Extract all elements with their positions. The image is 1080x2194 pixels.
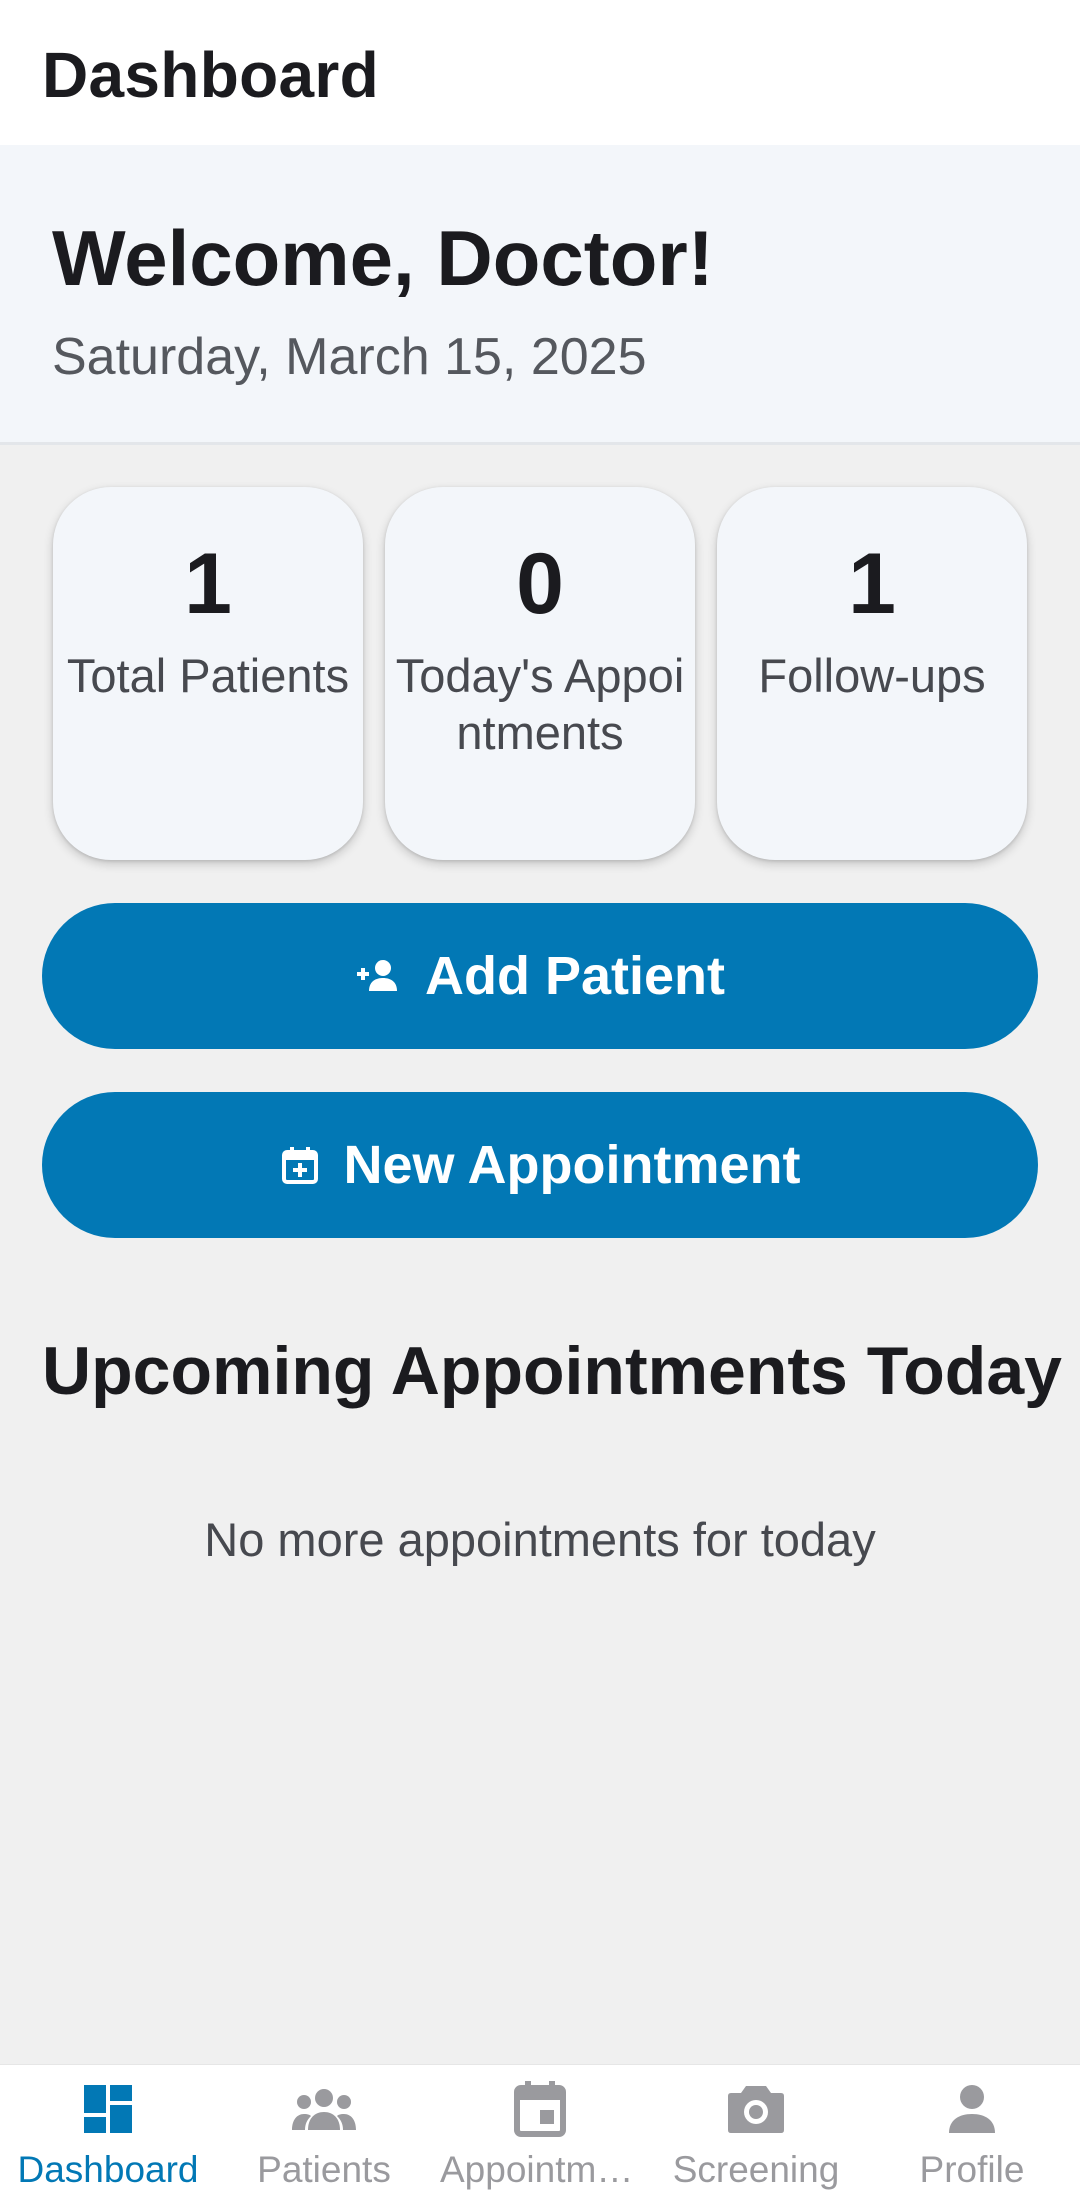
- stat-label: Today's Appointments: [395, 649, 685, 759]
- stat-value: 0: [516, 536, 564, 632]
- nav-item-screening[interactable]: Screening: [648, 2065, 864, 2194]
- page-title: Dashboard: [42, 39, 379, 111]
- empty-state-message: No more appointments for today: [204, 1513, 876, 1566]
- welcome-date: Saturday, March 15, 2025: [52, 328, 647, 386]
- nav-label: Appointments: [440, 2149, 648, 2190]
- nav-label: Dashboard: [17, 2149, 199, 2190]
- nav-label: Profile: [919, 2149, 1025, 2190]
- nav-item-profile[interactable]: Profile: [864, 2065, 1080, 2194]
- new-appointment-label: New Appointment: [343, 1135, 801, 1195]
- calendar-plus-icon: [280, 1145, 320, 1185]
- stats-row: 1 Total Patients 0 Today's Appointments …: [0, 487, 1080, 861]
- app-header: Dashboard: [0, 0, 1080, 145]
- stat-card-todays-appointments[interactable]: 0 Today's Appointments: [385, 487, 695, 860]
- stat-card-total-patients[interactable]: 1 Total Patients: [53, 487, 363, 860]
- nav-item-appointments[interactable]: Appointments: [432, 2065, 648, 2194]
- calendar-icon: [432, 2079, 648, 2139]
- stat-value: 1: [184, 536, 232, 632]
- nav-label: Screening: [672, 2149, 840, 2190]
- add-patient-button[interactable]: Add Patient: [42, 903, 1038, 1049]
- dashboard-icon: [0, 2079, 216, 2139]
- nav-label: Patients: [257, 2149, 391, 2190]
- welcome-section: Welcome, Doctor! Saturday, March 15, 202…: [0, 145, 1080, 445]
- stat-value: 1: [848, 536, 896, 632]
- person-add-icon: [355, 957, 401, 995]
- upcoming-section-title: Upcoming Appointments Today: [42, 1333, 1062, 1409]
- new-appointment-button[interactable]: New Appointment: [42, 1092, 1038, 1238]
- bottom-navigation: Dashboard Patients Appointments Screenin…: [0, 2064, 1080, 2194]
- nav-item-dashboard[interactable]: Dashboard: [0, 2065, 216, 2194]
- person-icon: [864, 2079, 1080, 2139]
- stat-card-follow-ups[interactable]: 1 Follow-ups: [717, 487, 1027, 860]
- nav-item-patients[interactable]: Patients: [216, 2065, 432, 2194]
- app-root: Dashboard Welcome, Doctor! Saturday, Mar…: [0, 0, 1080, 2194]
- welcome-title: Welcome, Doctor!: [52, 214, 714, 302]
- people-icon: [216, 2079, 432, 2139]
- camera-icon: [648, 2079, 864, 2139]
- stat-label: Follow-ups: [758, 649, 986, 702]
- add-patient-label: Add Patient: [424, 946, 725, 1006]
- stat-label: Total Patients: [66, 649, 350, 702]
